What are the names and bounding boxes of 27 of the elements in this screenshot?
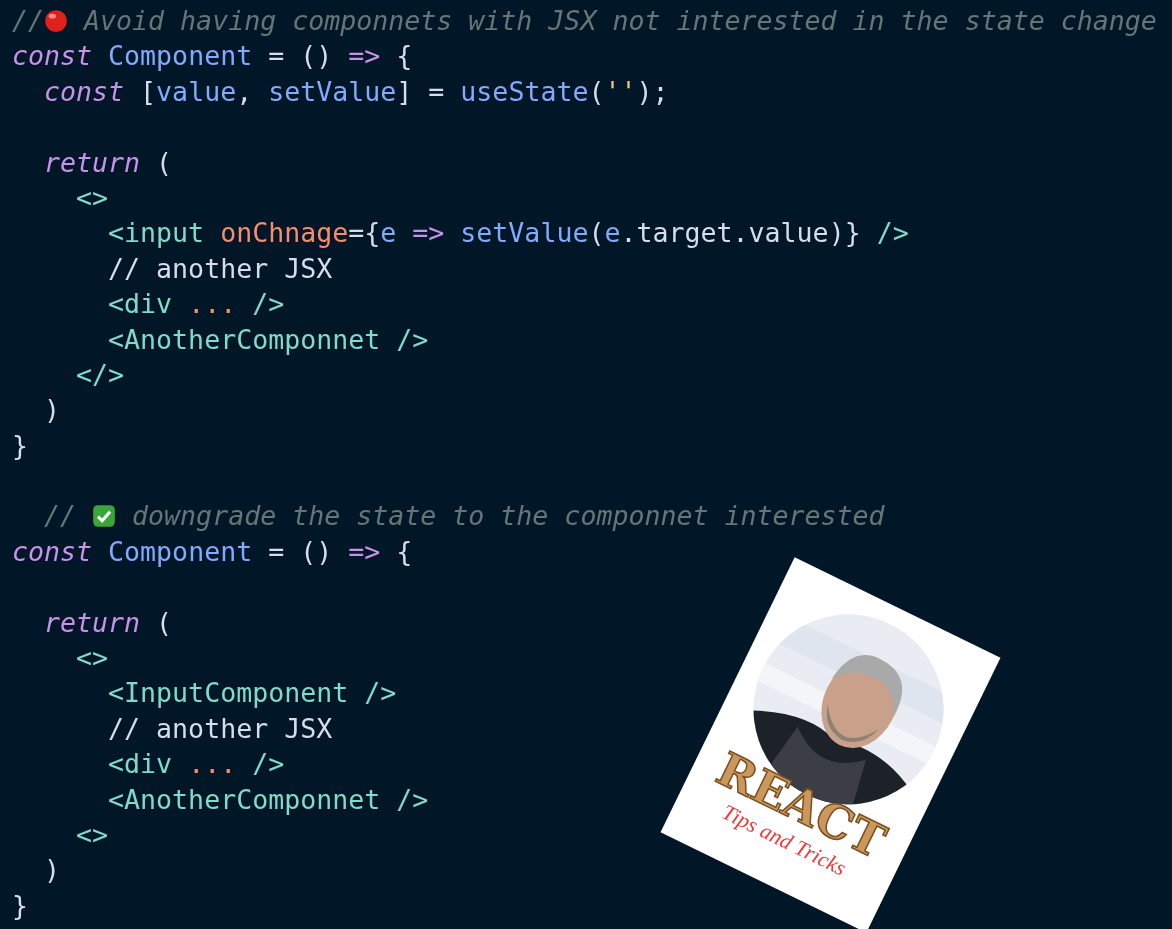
code-comment: downgrade the state to the componnet interested — [131, 499, 885, 534]
code-line: ) — [43, 393, 61, 428]
code-comment: Avoid having componnets with JSX not interested in the state change — [82, 4, 1157, 38]
code-line: </> — [75, 357, 125, 392]
code-comment: // — [12, 4, 45, 38]
code-line: // another JSX — [107, 711, 333, 746]
code-line: <> — [75, 180, 109, 215]
code-line: <div ... /> — [107, 747, 285, 782]
code-line: return ( — [43, 145, 173, 180]
dot-icon — [44, 8, 69, 33]
code-line: // another JSX — [107, 251, 333, 286]
code-line: const [value, setValue] = useState(''); — [43, 74, 669, 109]
code-line: <AnotherComponnet /> — [107, 322, 429, 357]
check-mark-icon — [92, 504, 117, 529]
code-line: <input onChnage={e => setValue(e.target.value)} /> — [107, 216, 909, 251]
code-line: } — [12, 428, 28, 463]
code-line: <AnotherComponnet /> — [107, 782, 429, 817]
code-line: <> — [75, 641, 109, 676]
code-comment: // — [43, 499, 78, 534]
code-line: <div ... /> — [107, 287, 285, 322]
code-line: const Component = () => { — [12, 534, 413, 569]
code-line: const Component = () => { — [12, 39, 413, 74]
code-line: } — [12, 888, 28, 923]
code-line: <InputComponent /> — [107, 676, 397, 711]
code-line: <> — [75, 818, 109, 852]
code-line: ) — [43, 853, 61, 888]
code-line: return ( — [43, 605, 173, 640]
